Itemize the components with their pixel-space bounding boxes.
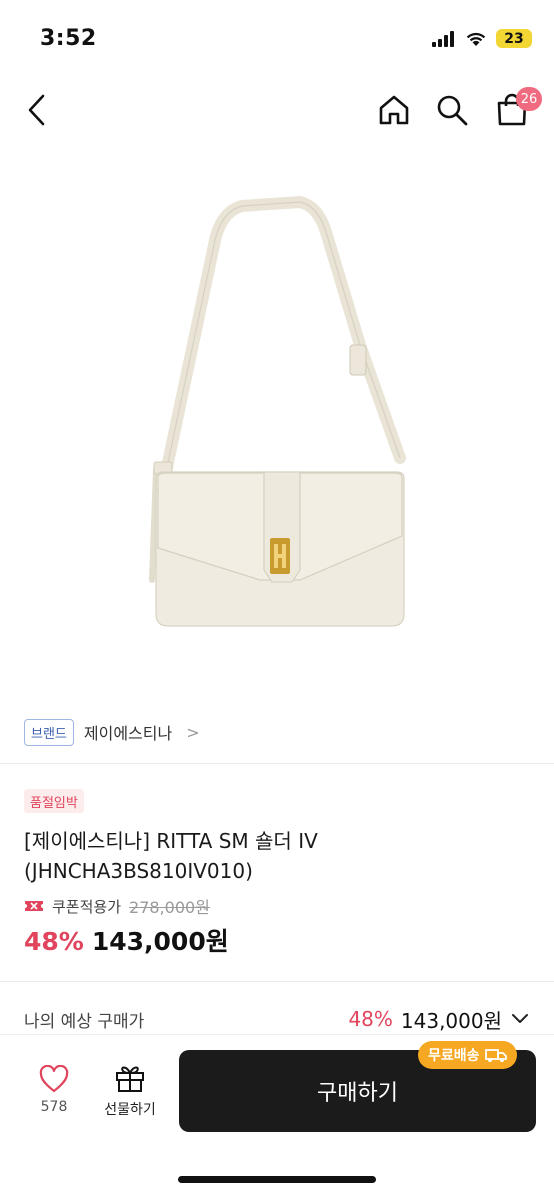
- price-row: 48% 143,000원: [24, 922, 229, 962]
- home-icon: [379, 95, 409, 125]
- search-icon: [437, 95, 468, 126]
- expected-price-label: 나의 예상 구매가: [24, 1011, 145, 1032]
- truck-icon: [484, 1049, 507, 1062]
- discount-rate: 48%: [24, 927, 84, 956]
- divider: [0, 981, 554, 982]
- brand-tag: 브랜드: [24, 718, 74, 746]
- battery-indicator: 23: [496, 29, 532, 48]
- like-button[interactable]: 578: [26, 1065, 82, 1127]
- handbag-image: [149, 195, 406, 627]
- free-shipping-badge: 무료배송: [418, 1041, 517, 1069]
- back-button[interactable]: [22, 92, 52, 128]
- status-time: 3:52: [40, 26, 97, 51]
- stock-badge: 품절임박: [24, 789, 84, 813]
- gift-icon: [116, 1066, 144, 1092]
- divider: [0, 763, 554, 764]
- chevron-down-icon[interactable]: [510, 1012, 530, 1026]
- cart-count-badge: 26: [516, 87, 542, 111]
- top-nav: [0, 80, 554, 140]
- home-button[interactable]: [376, 92, 412, 128]
- expected-price-row[interactable]: 나의 예상 구매가 48% 143,000원: [24, 1004, 530, 1034]
- brand-name[interactable]: 제이에스티나: [84, 720, 172, 744]
- heart-icon: [39, 1065, 69, 1093]
- coupon-row: 쿠폰적용가 278,000원: [24, 892, 210, 920]
- sale-price: 143,000원: [91, 927, 229, 956]
- chevron-right-icon: >: [186, 722, 200, 742]
- expected-price: 143,000원: [400, 1008, 502, 1033]
- brand-row[interactable]: 브랜드 제이에스티나 >: [24, 718, 200, 746]
- expected-price-value: 48% 143,000원: [348, 1005, 530, 1034]
- chevron-left-icon: [28, 94, 45, 126]
- free-shipping-label: 무료배송: [428, 1048, 480, 1064]
- home-indicator: [178, 1176, 376, 1183]
- original-price: 278,000원: [129, 898, 210, 917]
- expected-discount: 48%: [348, 1007, 393, 1031]
- search-button[interactable]: [434, 92, 470, 128]
- product-title: [제이에스티나] RITTA SM 숄더 IV (JHNCHA3BS810IV0…: [24, 829, 318, 883]
- coupon-label: 쿠폰적용가: [52, 897, 122, 916]
- status-icons: 23: [432, 29, 532, 48]
- gift-label: 선물하기: [104, 1102, 156, 1118]
- signal-icon: [432, 30, 454, 47]
- product-image[interactable]: [0, 150, 554, 690]
- coupon-icon: [25, 901, 43, 911]
- wifi-icon: [466, 32, 486, 46]
- gift-button[interactable]: 선물하기: [94, 1063, 166, 1127]
- status-bar: 3:52 23: [0, 0, 554, 80]
- like-count: 578: [40, 1099, 68, 1115]
